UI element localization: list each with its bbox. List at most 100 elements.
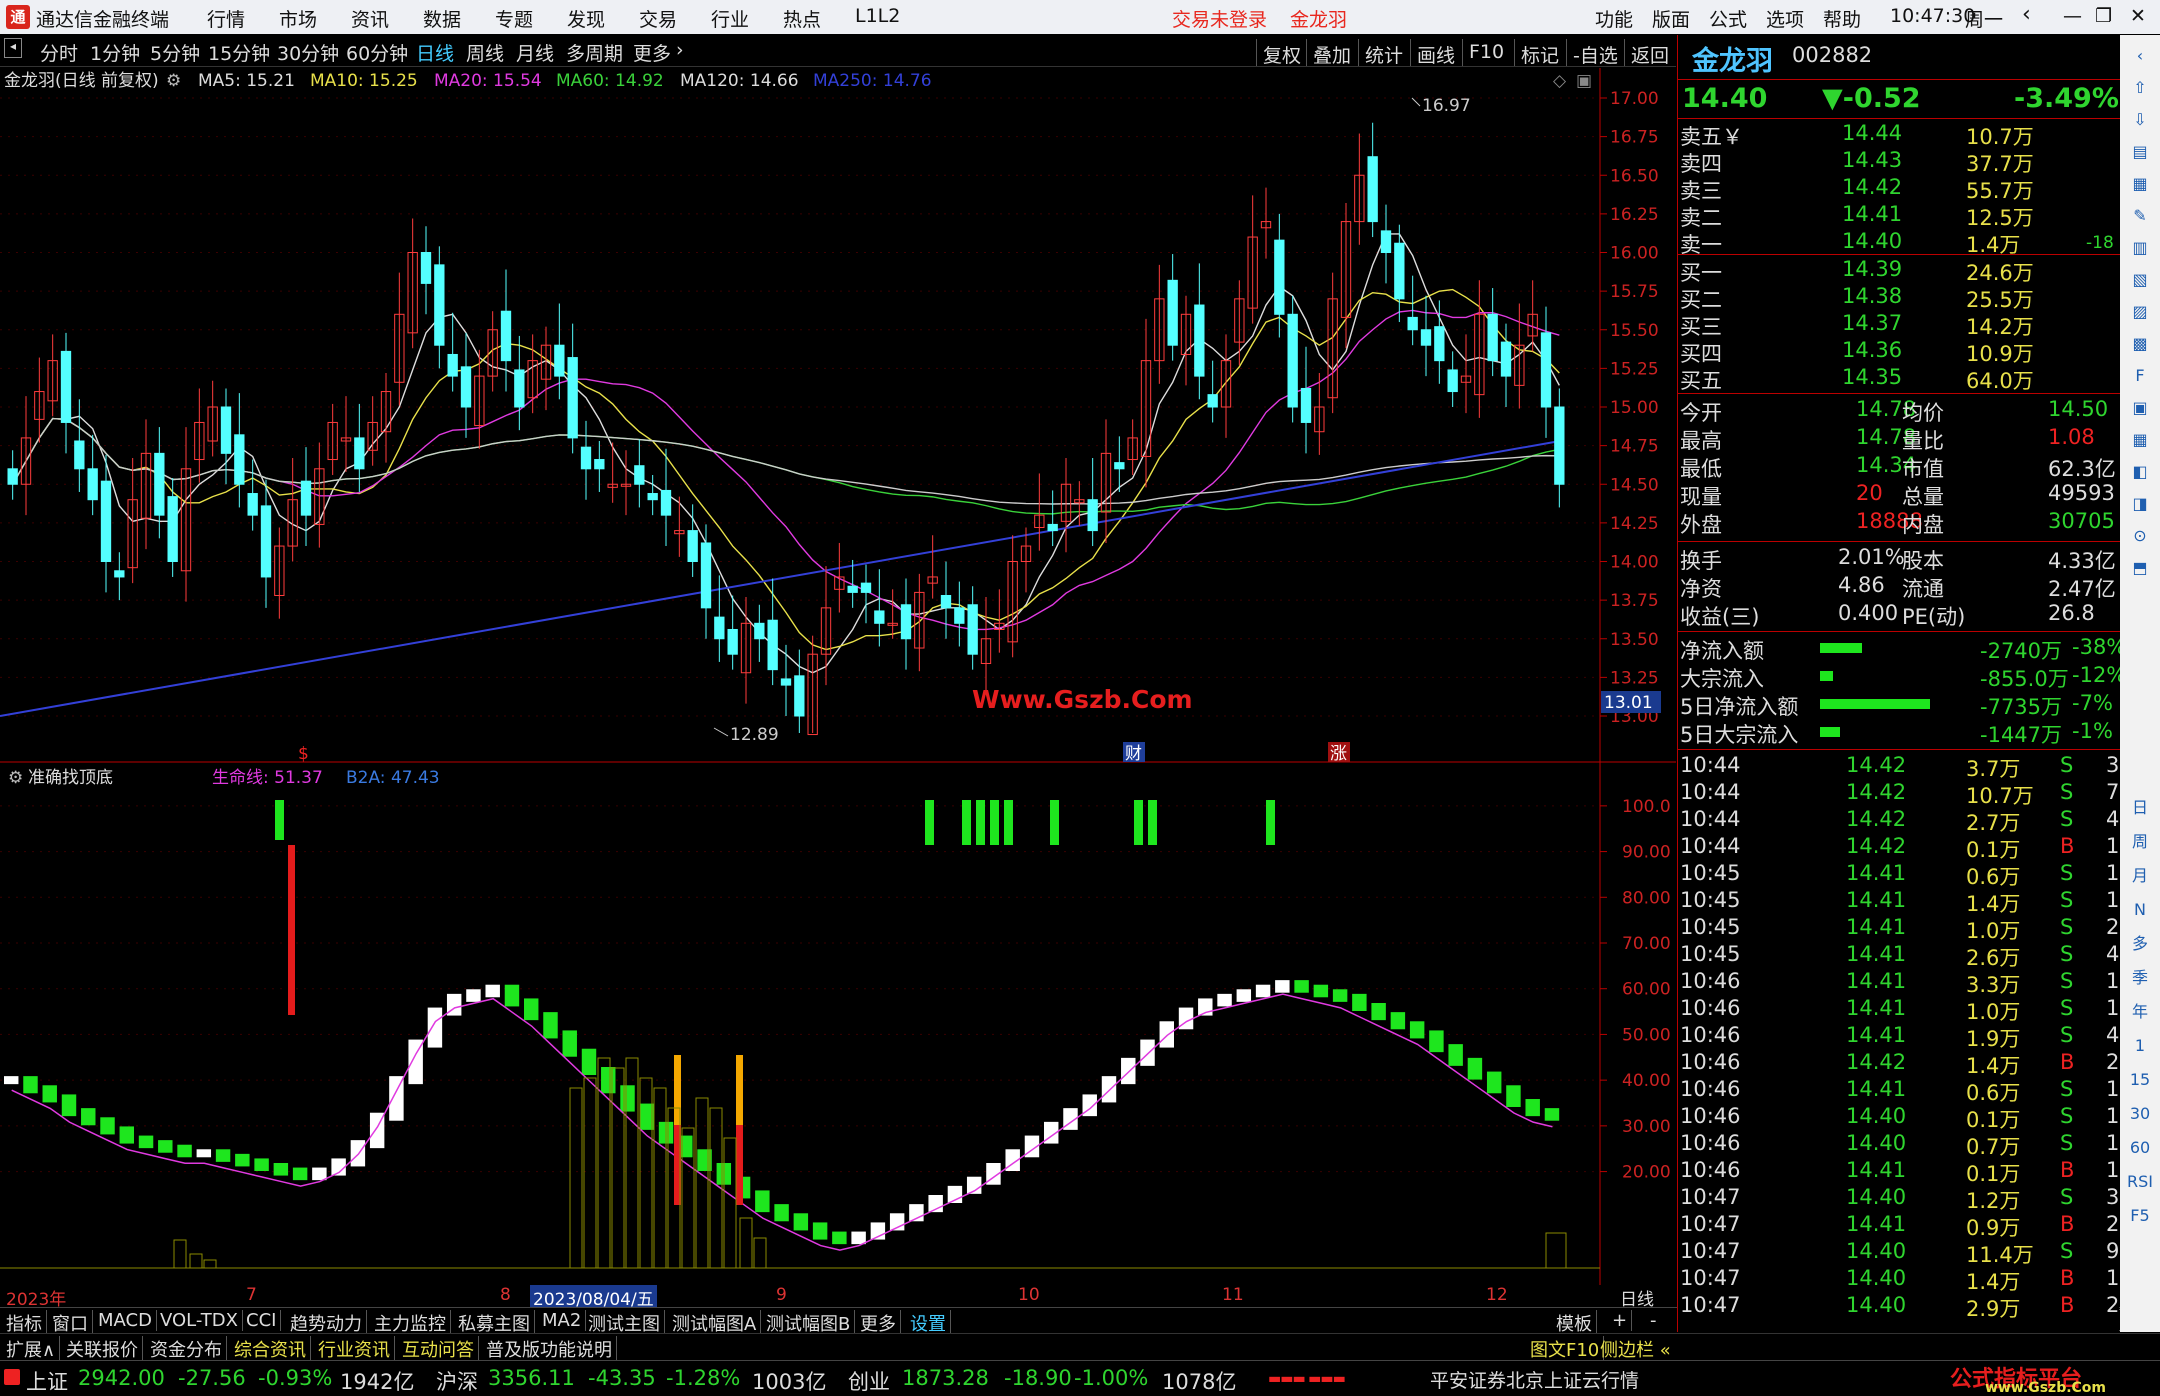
settings-icon[interactable]: ⚙ — [166, 71, 181, 91]
period-60min[interactable]: 60分钟 — [346, 39, 408, 66]
cy-label[interactable]: 创业 — [848, 1366, 890, 1396]
menu-item-shichang[interactable]: 市场 — [279, 5, 317, 32]
tool-icon[interactable]: ▧ — [2126, 267, 2154, 293]
side-tool-2[interactable]: 月 — [2126, 863, 2154, 889]
tab-hangye[interactable]: 行业资讯 — [314, 1336, 395, 1362]
tool-icon[interactable]: ⇩ — [2126, 107, 2154, 133]
btn-f10[interactable]: F10 — [1462, 39, 1510, 66]
tick-side: S — [2060, 1185, 2074, 1209]
btn-remove[interactable]: - — [1646, 1310, 1661, 1331]
main-kline-svg[interactable]: 17.00 16.75 16.50 16.25 16.00 15.75 15.50 15.25… — [0, 68, 1676, 764]
menu-item-gongshi[interactable]: 公式 — [1709, 5, 1747, 32]
tool-icon[interactable]: ▣ — [2126, 395, 2154, 421]
period-fenshi[interactable]: 分时 — [40, 39, 78, 66]
period-monthly[interactable]: 月线 — [516, 39, 554, 66]
period-multi[interactable]: 多周期 — [566, 39, 623, 66]
side-tool-0[interactable]: 日 — [2126, 795, 2154, 821]
close-icon[interactable]: ✕ — [2130, 5, 2146, 27]
tool-icon[interactable]: ▥ — [2126, 235, 2154, 261]
side-tool-10[interactable]: 60 — [2126, 1135, 2154, 1161]
side-tool-3[interactable]: N — [2126, 897, 2154, 923]
period-15min[interactable]: 15分钟 — [208, 39, 270, 66]
btn-fuquan[interactable]: 复权 — [1256, 39, 1307, 67]
tool-icon[interactable]: ◧ — [2126, 459, 2154, 485]
side-tool-5[interactable]: 季 — [2126, 965, 2154, 991]
divider — [1678, 631, 2120, 632]
back-icon[interactable]: ‹ — [2022, 2, 2031, 27]
tool-icon[interactable]: ‹ — [2126, 43, 2154, 69]
menu-item-faxian[interactable]: 发现 — [567, 5, 605, 32]
login-status[interactable]: 交易未登录 — [1172, 5, 1267, 32]
period-1min[interactable]: 1分钟 — [90, 39, 140, 66]
tool-icon[interactable]: ◨ — [2126, 491, 2154, 517]
btn-zixuan[interactable]: -自选 — [1566, 39, 1624, 67]
side-tool-7[interactable]: 1 — [2126, 1033, 2154, 1059]
restore-icon[interactable]: ❐ — [2095, 5, 2112, 27]
collapse-icon[interactable]: ◂ — [4, 38, 22, 58]
side-tool-8[interactable]: 15 — [2126, 1067, 2154, 1093]
tab-macd[interactable]: MACD — [94, 1310, 157, 1331]
menu-item-hangye[interactable]: 行业 — [711, 5, 749, 32]
tool-icon[interactable]: ▦ — [2126, 427, 2154, 453]
tool-icon[interactable]: F — [2126, 363, 2154, 389]
menu-item-zixun[interactable]: 资讯 — [351, 5, 389, 32]
menu-item-hangqing[interactable]: 行情 — [207, 5, 245, 32]
menu-item-jiaoyi[interactable]: 交易 — [639, 5, 677, 32]
btn-biaoji[interactable]: 标记 — [1514, 39, 1565, 67]
period-5min[interactable]: 5分钟 — [150, 39, 200, 66]
menu-item-redian[interactable]: 热点 — [783, 5, 821, 32]
tab-vol-tdx[interactable]: VOL-TDX — [156, 1310, 243, 1331]
settings-icon-ind[interactable]: ⚙ — [8, 768, 23, 788]
menu-item-banmian[interactable]: 版面 — [1652, 5, 1690, 32]
tab-ma2[interactable]: MA2 — [538, 1310, 587, 1331]
tool-icon[interactable]: ▨ — [2126, 299, 2154, 325]
tab-hudong[interactable]: 互动问答 — [398, 1336, 479, 1362]
side-tool-1[interactable]: 周 — [2126, 829, 2154, 855]
tab-guanlian[interactable]: 关联报价 — [62, 1336, 143, 1362]
tool-icon[interactable]: ⇧ — [2126, 75, 2154, 101]
side-tool-12[interactable]: F5 — [2126, 1203, 2154, 1229]
diamond-icon[interactable]: ◇ — [1553, 71, 1567, 91]
period-30min[interactable]: 30分钟 — [277, 39, 339, 66]
hs-label[interactable]: 沪深 — [436, 1366, 478, 1396]
indicator-chart[interactable]: 100.0 90.00 80.00 70.00 60.00 50.00 40.00 30.00… — [0, 763, 1676, 1285]
tab-cci[interactable]: CCI — [242, 1310, 282, 1331]
sh-label[interactable]: 上证 — [26, 1366, 68, 1396]
menu-item-xuanxiang[interactable]: 选项 — [1766, 5, 1804, 32]
tool-icon[interactable]: ⬒ — [2126, 555, 2154, 581]
indicator-svg[interactable]: 100.0 90.00 80.00 70.00 60.00 50.00 40.00 30.00… — [0, 763, 1676, 1285]
menu-item-gongneng[interactable]: 功能 — [1595, 5, 1633, 32]
side-tool-4[interactable]: 多 — [2126, 931, 2154, 957]
side-tool-11[interactable]: RSI — [2126, 1169, 2154, 1195]
menu-item-l1l2[interactable]: L1L2 — [855, 5, 900, 27]
period-more[interactable]: 更多 — [633, 39, 671, 66]
chevron-right-icon[interactable]: › — [676, 39, 684, 61]
tick-volume: 2.6万 — [1966, 946, 2021, 970]
menu-item-shuju[interactable]: 数据 — [423, 5, 461, 32]
tool-icon[interactable]: ✎ — [2126, 203, 2154, 229]
tab-sidebar[interactable]: 侧边栏 « — [1596, 1336, 1675, 1362]
tab-puji[interactable]: 普及版功能说明 — [482, 1336, 617, 1362]
tool-icon[interactable]: ▤ — [2126, 139, 2154, 165]
main-kline-chart[interactable]: 17.00 16.75 16.50 16.25 16.00 15.75 15.50 15.25… — [0, 68, 1676, 764]
side-tool-9[interactable]: 30 — [2126, 1101, 2154, 1127]
tool-icon[interactable]: ▦ — [2126, 171, 2154, 197]
tool-icon[interactable]: ▩ — [2126, 331, 2154, 357]
tool-icon[interactable]: ⊙ — [2126, 523, 2154, 549]
tab-zijin[interactable]: 资金分布 — [146, 1336, 227, 1362]
tab-zonghe[interactable]: 综合资讯 — [230, 1336, 311, 1362]
menu-item-bangzhu[interactable]: 帮助 — [1823, 5, 1861, 32]
period-daily[interactable]: 日线 — [416, 39, 454, 66]
minimize-icon[interactable]: — — [2063, 5, 2082, 27]
tab-kuozhan[interactable]: 扩展∧ — [2, 1336, 61, 1362]
side-tool-6[interactable]: 年 — [2126, 999, 2154, 1025]
panel-icon[interactable]: ▣ — [1576, 71, 1592, 91]
btn-tongji[interactable]: 统计 — [1358, 39, 1409, 67]
btn-diejia[interactable]: 叠加 — [1306, 39, 1357, 67]
period-weekly[interactable]: 周线 — [466, 39, 504, 66]
menu-item-zhuanti[interactable]: 专题 — [495, 5, 533, 32]
tab-tuwen-f10[interactable]: 图文F10 — [1526, 1336, 1605, 1362]
btn-huaxian[interactable]: 画线 — [1410, 39, 1461, 67]
btn-fanhui[interactable]: 返回 — [1624, 39, 1675, 67]
btn-add[interactable]: + — [1608, 1310, 1633, 1331]
